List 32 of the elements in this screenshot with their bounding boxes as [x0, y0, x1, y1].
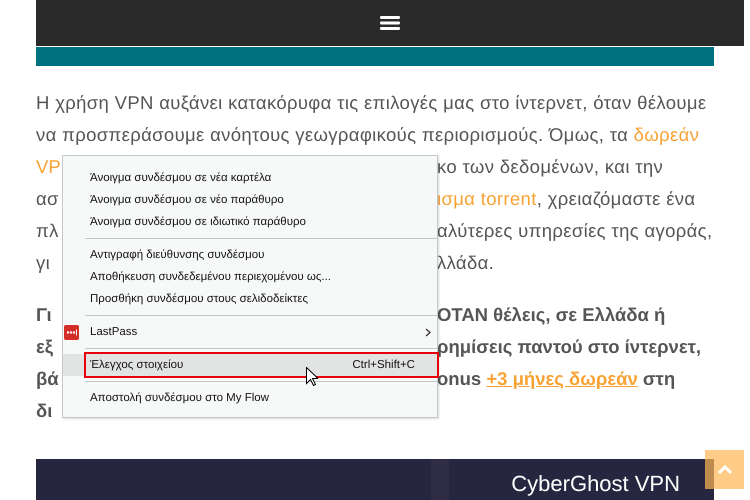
paragraph-text: γι	[36, 252, 50, 274]
menu-item[interactable]: Έλεγχος στοιχείου Ctrl+Shift+C	[63, 354, 437, 376]
banner-title: CyberGhost VPN	[511, 471, 680, 497]
menu-item[interactable]: Άνοιγμα συνδέσμου σε ιδιωτικό παράθυρο	[63, 211, 437, 233]
shortcut-text: Ctrl+Shift+C	[352, 359, 415, 371]
chevron-right-icon	[425, 328, 431, 337]
paragraph-text: αλύτερες υπηρεσίες της αγοράς,	[437, 220, 712, 242]
paragraph-text: πλ	[36, 220, 59, 242]
paragraph-text: βά	[36, 368, 59, 390]
paragraph-text: κο των δεδομένων, και την	[437, 156, 664, 178]
back-to-top-button[interactable]	[705, 450, 744, 489]
paragraph-text: ΟΤΑΝ θέλεις, σε Ελλάδα ή	[437, 304, 666, 326]
menu-item[interactable]: Αποθήκευση συνδεδεμένου περιεχομένου ως...	[63, 266, 437, 288]
paragraph-text: εξ	[36, 336, 54, 358]
menu-item[interactable]: Αποστολή συνδέσμου στο My Flow	[63, 387, 437, 409]
paragraph-text: Η χρήση VPN αυξάνει κατακόρυφα τις επιλογές μας στο ίντερνετ, όταν θέλουμε	[36, 92, 706, 114]
menu-icon[interactable]	[380, 16, 400, 30]
mouse-pointer-icon	[306, 367, 318, 386]
paragraph-text: δι	[36, 400, 52, 422]
menu-item[interactable]: LastPass	[63, 321, 437, 343]
paragraph-text: ρημίσεις παντού στο ίντερνετ,	[437, 336, 702, 358]
menu-item[interactable]: Προσθήκη συνδέσμου στους σελιδοδείκτες	[63, 288, 437, 310]
menu-item[interactable]: Άνοιγμα συνδέσμου σε νέα καρτέλα	[63, 167, 437, 189]
paragraph-text: ισμα torrent, χρειαζόμαστε ένα	[437, 188, 696, 210]
paragraph-text: Γι	[36, 304, 52, 326]
menu-item[interactable]: Αντιγραφή διεύθυνσης συνδέσμου	[63, 244, 437, 266]
caret-up-icon	[716, 464, 732, 474]
paragraph-text: onus +3 μήνες δωρεάν στη	[437, 368, 676, 390]
menu-item[interactable]: Άνοιγμα συνδέσμου σε νέο παράθυρο	[63, 189, 437, 211]
paragraph-text: να προσπεράσουμε ανόητους γεωγραφικούς περιορισμούς. Όμως, τα δωρεάν	[36, 124, 700, 146]
paragraph-text: λλάδα.	[437, 252, 494, 274]
paragraph-text: ασ	[36, 188, 59, 210]
